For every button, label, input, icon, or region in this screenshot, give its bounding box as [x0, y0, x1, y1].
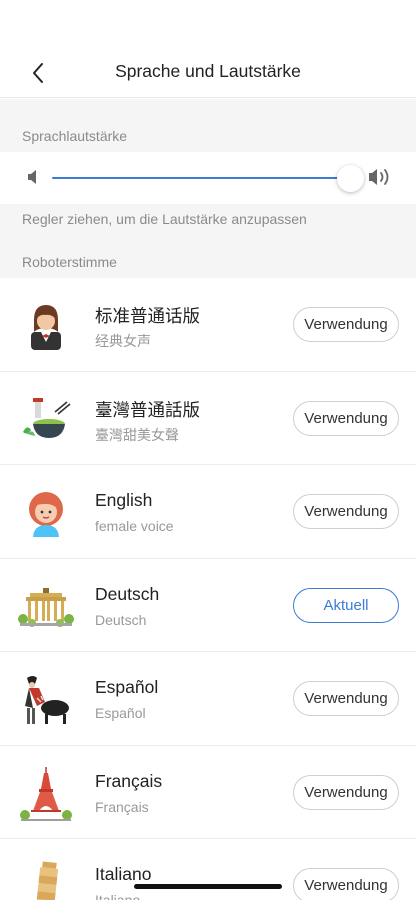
current-voice-button[interactable]: Aktuell [293, 587, 399, 623]
use-voice-button[interactable]: Verwendung [293, 774, 399, 810]
voice-subtitle: 臺灣甜美女聲 [95, 426, 179, 443]
voice-name: Español [95, 677, 159, 697]
use-voice-button[interactable]: Verwendung [293, 400, 399, 436]
voice-subtitle: Français [95, 798, 149, 815]
use-voice-button[interactable]: Verwendung [293, 868, 399, 900]
volume-slider-track[interactable] [52, 177, 350, 179]
nav-header: Sprache und Lautstärke [0, 0, 416, 98]
page-title: Sprache und Lautstärke [115, 61, 301, 81]
voice-section-label: Roboterstimme [22, 254, 117, 270]
use-voice-button[interactable]: Verwendung [293, 307, 399, 342]
list-item[interactable]: Français Français Verwendung [0, 745, 416, 839]
voice-subtitle: Italiano [95, 892, 141, 900]
pisa-tower-icon [18, 859, 74, 900]
voice-list: 标准普通话版 经典女声 Verwendung 臺灣普通話版 臺灣甜美女聲 Ver… [0, 278, 416, 900]
list-item[interactable]: English female voice Verwendung [0, 465, 416, 559]
volume-low-icon [28, 170, 36, 184]
use-voice-button[interactable]: Verwendung [293, 494, 399, 529]
voice-name: Deutsch [95, 583, 160, 604]
voice-name: English [95, 490, 153, 510]
voice-name: 臺灣普通話版 [95, 399, 200, 420]
voice-subtitle: Deutsch [95, 611, 147, 628]
section-bg-volume [0, 99, 416, 152]
brandenburg-gate-icon [18, 579, 74, 635]
volume-hint: Regler ziehen, um die Lautstärke anzupas… [22, 211, 307, 227]
voice-name: Italiano [95, 864, 152, 884]
use-voice-button[interactable]: Verwendung [293, 681, 399, 716]
voice-name: Français [95, 770, 163, 791]
voice-subtitle: Español [95, 705, 146, 721]
list-item[interactable]: Español Español Verwendung [0, 652, 416, 746]
voice-subtitle: 经典女声 [95, 333, 151, 349]
matador-bull-icon [18, 672, 74, 728]
voice-subtitle: female voice [95, 518, 174, 534]
voice-name: 标准普通话版 [95, 306, 200, 326]
eiffel-tower-icon [18, 766, 74, 822]
woman-avatar-icon [18, 298, 74, 354]
list-item[interactable]: Deutsch Deutsch Aktuell [0, 558, 416, 652]
girl-avatar-icon [18, 485, 74, 541]
list-item[interactable]: 臺灣普通話版 臺灣甜美女聲 Verwendung [0, 371, 416, 465]
volume-high-icon [369, 169, 389, 185]
list-item[interactable]: 标准普通话版 经典女声 Verwendung [0, 278, 416, 372]
volume-slider-row [0, 152, 416, 204]
volume-section-label: Sprachlautstärke [22, 128, 128, 144]
home-indicator[interactable] [134, 884, 282, 889]
list-item[interactable]: Italiano Italiano Verwendung [0, 839, 416, 900]
volume-slider-thumb[interactable] [337, 165, 364, 192]
taiwan-food-icon [18, 392, 74, 448]
